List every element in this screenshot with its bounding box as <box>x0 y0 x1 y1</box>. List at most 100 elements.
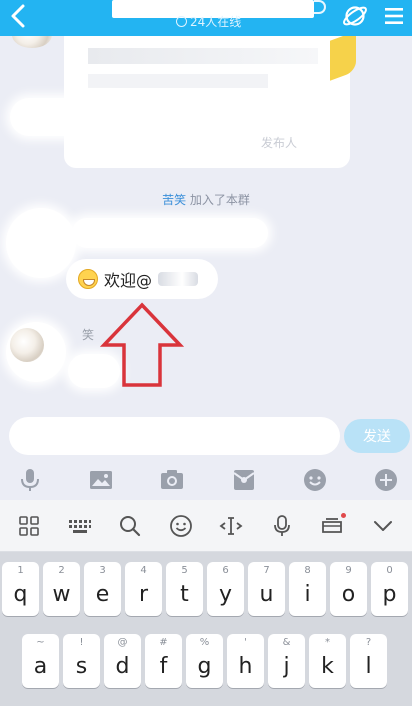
keyboard-apps-button[interactable] <box>14 511 44 541</box>
key-a[interactable]: ~ a <box>22 634 59 688</box>
key-label: r <box>138 581 149 607</box>
key-label: d <box>115 653 130 679</box>
keyboard-hide-button[interactable] <box>368 511 398 541</box>
menu-icon <box>385 8 403 24</box>
camera-button[interactable] <box>158 466 186 494</box>
key-secondary-label: ~ <box>36 637 45 648</box>
key-secondary-label: % <box>199 637 210 648</box>
key-label: f <box>159 653 168 679</box>
key-u[interactable]: 7u <box>248 562 285 616</box>
key-label: p <box>382 581 397 607</box>
redacted-text <box>88 74 268 88</box>
key-label: y <box>218 581 233 607</box>
keyboard-emoji-button[interactable] <box>166 511 196 541</box>
title-fragment <box>314 0 326 14</box>
key-d[interactable]: @ d <box>104 634 141 688</box>
plus-icon <box>374 469 397 491</box>
key-o[interactable]: 9o <box>330 562 367 616</box>
grin-emoji-icon <box>78 269 98 289</box>
chat-area[interactable]: 发布人 苦笑 加入了本群 欢迎@ 笑 <box>0 36 412 414</box>
keyboard-row-2: ~ a! s @ d # f% g ' h & j * k? l <box>0 634 412 688</box>
back-button[interactable] <box>6 2 32 30</box>
keyboard-voice-button[interactable] <box>267 511 297 541</box>
keyboard-clipboard-button[interactable] <box>317 511 347 541</box>
system-notice: 苦笑 加入了本群 <box>0 191 412 208</box>
key-t[interactable]: 5t <box>166 562 203 616</box>
key-secondary-label: @ <box>117 637 128 648</box>
key-secondary-label: 5 <box>181 565 188 576</box>
key-secondary-label: # <box>159 637 168 648</box>
keyboard-icon <box>68 519 91 533</box>
title-bar: 24人在线 <box>0 0 412 36</box>
camera-icon <box>161 470 184 489</box>
voice-button[interactable] <box>16 466 44 494</box>
bubble-footer-text: 发布人 <box>261 136 298 150</box>
key-secondary-label: 0 <box>386 565 393 576</box>
key-q[interactable]: 1q <box>2 562 39 616</box>
red-packet-icon <box>232 470 255 490</box>
key-label: w <box>52 581 71 607</box>
key-secondary-label: ? <box>365 637 372 648</box>
search-icon <box>120 515 141 536</box>
key-w[interactable]: 2w <box>43 562 80 616</box>
send-button[interactable]: 发送 <box>344 419 410 453</box>
joined-user-name[interactable]: 苦笑 <box>162 193 186 207</box>
redacted-mention <box>158 272 199 286</box>
key-label: u <box>259 581 274 607</box>
key-e[interactable]: 3e <box>84 562 121 616</box>
keyboard-cursor-button[interactable] <box>216 511 246 541</box>
key-secondary-label: 9 <box>345 565 352 576</box>
avatar[interactable] <box>12 36 52 48</box>
keyboard-toolbar <box>0 500 412 552</box>
key-secondary-label: & <box>282 637 291 648</box>
keyboard-layout-button[interactable] <box>65 511 95 541</box>
keyboard-row-1: 1q2w3e4r5t6y7u8i9o0p <box>0 562 412 616</box>
key-p[interactable]: 0p <box>371 562 408 616</box>
cursor-icon <box>219 516 243 535</box>
red-packet-button[interactable] <box>230 466 258 494</box>
photo-button[interactable] <box>87 466 115 494</box>
redacted-avatar <box>6 208 76 278</box>
key-f[interactable]: # f <box>145 634 182 688</box>
group-space-button[interactable] <box>341 2 369 30</box>
key-label: k <box>321 653 334 679</box>
key-secondary-label: 7 <box>263 565 270 576</box>
redacted-area <box>10 98 130 136</box>
key-label: g <box>197 653 212 679</box>
key-y[interactable]: 6y <box>207 562 244 616</box>
avatar[interactable] <box>10 328 44 362</box>
redacted-sender-name <box>72 218 268 248</box>
key-r[interactable]: 4r <box>125 562 162 616</box>
menu-button[interactable] <box>380 2 408 30</box>
message-input[interactable] <box>9 417 340 455</box>
more-button[interactable] <box>372 466 400 494</box>
sticker-badge <box>330 36 356 81</box>
key-secondary-label: 6 <box>222 565 229 576</box>
emoji-button[interactable] <box>301 466 329 494</box>
key-i[interactable]: 8i <box>289 562 326 616</box>
key-label: a <box>33 653 48 679</box>
image-icon <box>90 471 113 489</box>
grid-icon <box>19 515 40 536</box>
key-label: i <box>304 581 311 607</box>
sender-name: 笑 <box>82 328 95 342</box>
redacted-text <box>88 48 318 64</box>
soft-keyboard: 1q2w3e4r5t6y7u8i9o0p ~ a! s @ d # f% g ' h & j * k? l <box>0 500 412 706</box>
key-secondary-label: 1 <box>17 565 24 576</box>
key-label: o <box>341 581 356 607</box>
key-k[interactable]: * k <box>309 634 346 688</box>
planet-icon <box>343 6 367 26</box>
chat-toolbar <box>0 460 412 500</box>
key-label: s <box>75 653 88 679</box>
welcome-message-text: 欢迎@ <box>104 271 153 290</box>
key-l[interactable]: ? l <box>350 634 387 688</box>
welcome-message-bubble[interactable]: 欢迎@ <box>66 259 218 299</box>
key-h[interactable]: ' h <box>227 634 264 688</box>
key-secondary-label: ! <box>79 637 84 648</box>
keyboard-search-button[interactable] <box>115 511 145 541</box>
key-s[interactable]: ! s <box>63 634 100 688</box>
key-j[interactable]: & j <box>268 634 305 688</box>
microphone-icon <box>21 469 39 491</box>
key-g[interactable]: % g <box>186 634 223 688</box>
online-count: 24人在线 <box>176 13 241 29</box>
